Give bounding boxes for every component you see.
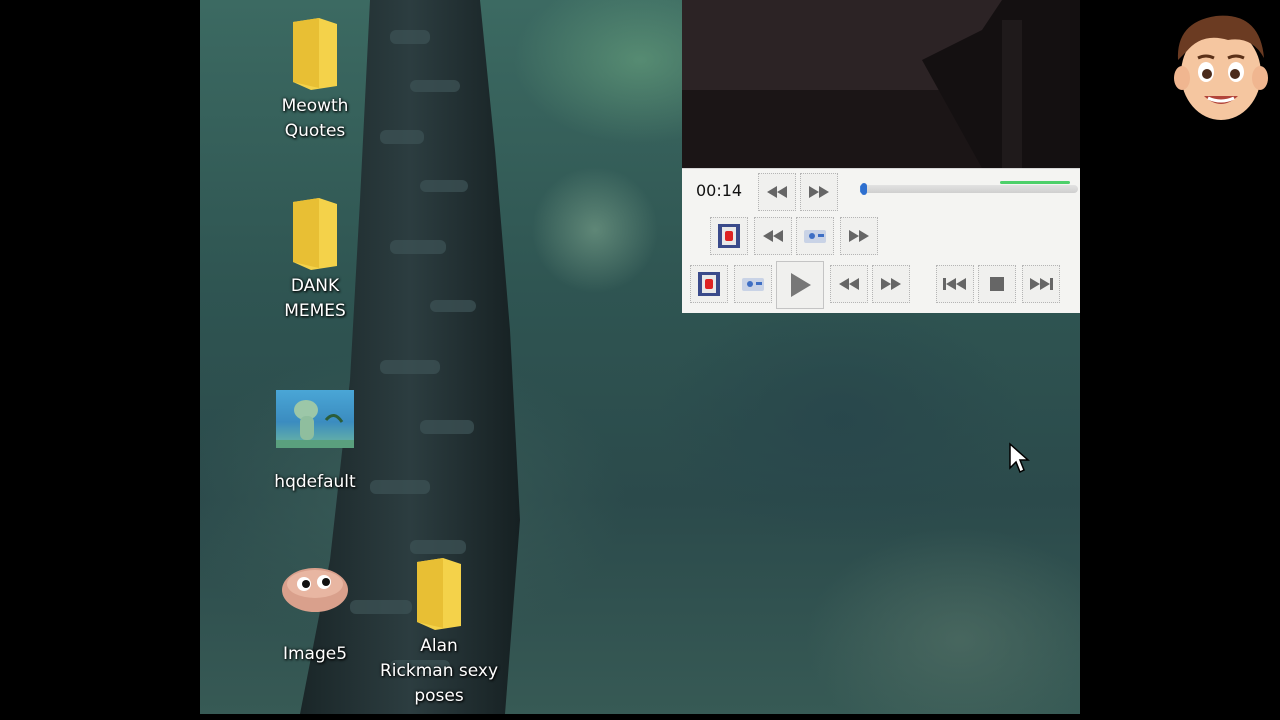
video-area[interactable]: [682, 0, 1080, 168]
skip-forward-icon: [1030, 278, 1053, 290]
film-record-icon: [718, 224, 740, 248]
rewind-icon: [767, 186, 787, 198]
screen: Meowth Quotes DANK MEMES hqdefault Image…: [0, 0, 1280, 720]
record-button-2[interactable]: [690, 265, 728, 303]
capture-button[interactable]: [796, 217, 834, 255]
elapsed-time: 00:14: [696, 181, 743, 200]
next-track-button[interactable]: [1022, 265, 1060, 303]
blob-face-icon: [282, 568, 348, 612]
icon-label: DANK MEMES: [284, 276, 346, 321]
desktop-icon-alan-rickman[interactable]: Alan Rickman sexy poses: [374, 556, 504, 709]
image-thumbnail-icon: [276, 390, 354, 448]
play-icon: [791, 273, 811, 297]
seek-bar[interactable]: [860, 181, 1078, 195]
fast-forward-button-3[interactable]: [872, 265, 910, 303]
previous-track-button[interactable]: [936, 265, 974, 303]
icon-label: Image5: [282, 644, 348, 664]
icon-label: Alan Rickman sexy poses: [379, 636, 499, 706]
desktop-icon-hqdefault[interactable]: hqdefault: [260, 390, 370, 495]
seek-bar-highlight: [1000, 181, 1070, 184]
record-button[interactable]: [710, 217, 748, 255]
rewind-button-3[interactable]: [830, 265, 868, 303]
icon-label: Meowth Quotes: [281, 96, 349, 141]
rewind-button-2[interactable]: [754, 217, 792, 255]
folder-icon: [293, 198, 337, 270]
folder-icon: [417, 558, 461, 630]
folder-icon: [293, 18, 337, 90]
fast-forward-button-2[interactable]: [840, 217, 878, 255]
player-controls: 00:14: [682, 168, 1080, 313]
desktop-icon-meowth-quotes[interactable]: Meowth Quotes: [260, 16, 370, 144]
fast-forward-icon: [809, 186, 829, 198]
rewind-button[interactable]: [758, 173, 796, 211]
fast-forward-button[interactable]: [800, 173, 838, 211]
desktop-icon-image5[interactable]: Image5: [260, 560, 370, 667]
video-frame: [682, 0, 1080, 168]
cartoon-avatar-icon: [1174, 15, 1268, 120]
mouse-cursor-icon: [1009, 442, 1030, 474]
fast-forward-icon: [881, 278, 901, 290]
rewind-icon: [763, 230, 783, 242]
play-button[interactable]: [776, 261, 824, 309]
media-player-window[interactable]: 00:14: [682, 0, 1080, 313]
rewind-icon: [839, 278, 859, 290]
stop-icon: [990, 277, 1004, 291]
film-record-icon: [698, 272, 720, 296]
fast-forward-icon: [849, 230, 869, 242]
skip-back-icon: [943, 278, 966, 290]
camera-icon: [804, 230, 826, 243]
seek-bar-thumb[interactable]: [861, 183, 868, 195]
stop-button[interactable]: [978, 265, 1016, 303]
camera-icon: [742, 278, 764, 291]
icon-label: hqdefault: [274, 472, 356, 492]
capture-button-2[interactable]: [734, 265, 772, 303]
desktop-icon-dank-memes[interactable]: DANK MEMES: [260, 196, 370, 324]
